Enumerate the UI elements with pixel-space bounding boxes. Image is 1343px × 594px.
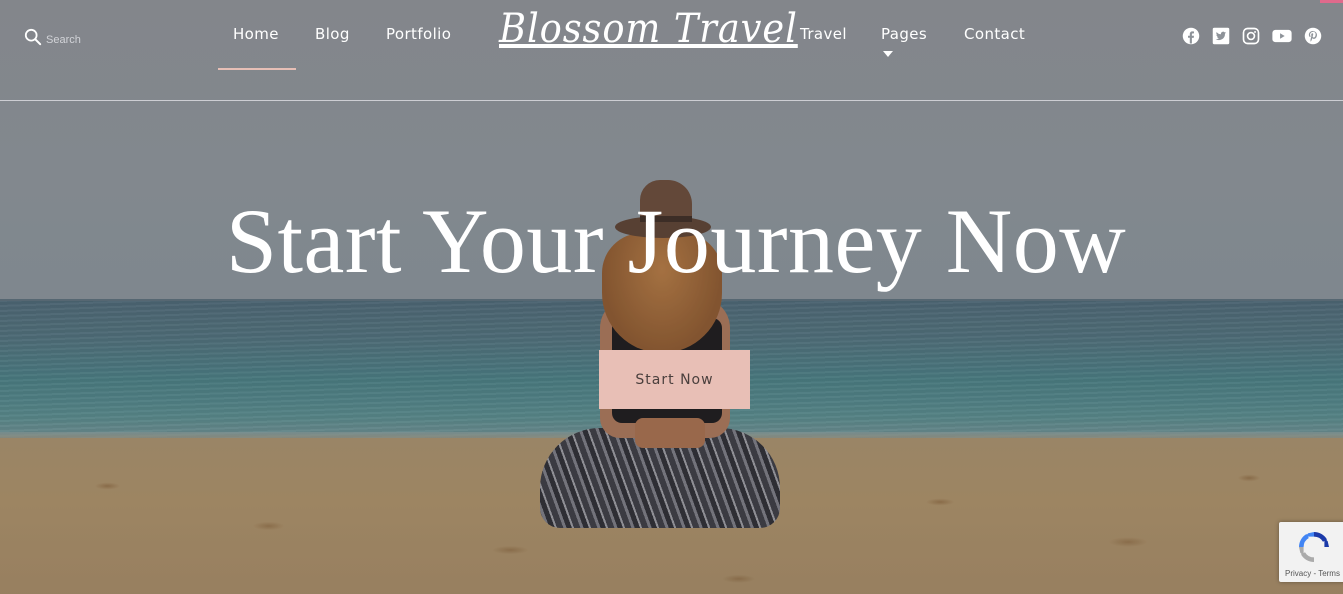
social-links [1182, 27, 1322, 45]
twitter-icon [1212, 27, 1230, 45]
youtube-icon [1272, 29, 1292, 43]
pinterest-link[interactable] [1304, 27, 1322, 45]
search-input[interactable] [46, 33, 146, 46]
pinterest-icon [1304, 27, 1322, 45]
site-logo[interactable]: Blossom Travel [499, 6, 798, 52]
nav-item-pages-label: Pages [881, 25, 928, 43]
nav-item-contact[interactable]: Contact [964, 25, 1025, 43]
nav-item-home[interactable]: Home [233, 25, 279, 43]
nav-item-pages[interactable]: Pages [881, 25, 927, 61]
instagram-icon [1242, 27, 1260, 45]
start-now-button[interactable]: Start Now [599, 350, 750, 409]
nav-item-travel[interactable]: Travel [800, 25, 847, 43]
youtube-link[interactable] [1272, 27, 1292, 45]
instagram-link[interactable] [1242, 27, 1260, 45]
active-nav-underline [218, 68, 296, 70]
recaptcha-badge[interactable]: Privacy - Terms [1279, 522, 1343, 582]
nav-item-blog[interactable]: Blog [315, 25, 350, 43]
site-header: Home Blog Portfolio Blossom Travel Trave… [0, 0, 1343, 101]
facebook-link[interactable] [1182, 27, 1200, 45]
twitter-link[interactable] [1212, 27, 1230, 45]
search-box[interactable] [24, 28, 146, 51]
facebook-icon [1182, 27, 1200, 45]
search-icon [24, 28, 42, 51]
recaptcha-icon [1299, 532, 1329, 562]
hero-title: Start Your Journey Now [225, 190, 1127, 292]
recaptcha-privacy-terms-link[interactable]: Privacy - Terms [1285, 569, 1340, 578]
caret-down-icon [883, 50, 893, 57]
nav-item-portfolio[interactable]: Portfolio [386, 25, 451, 43]
